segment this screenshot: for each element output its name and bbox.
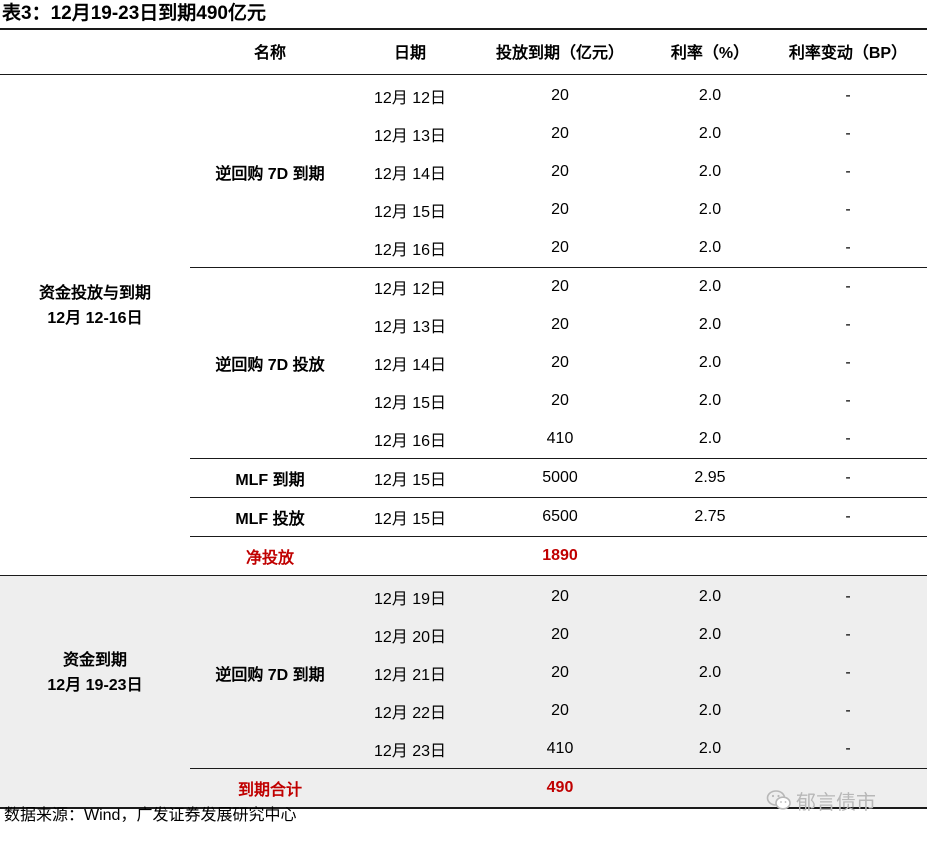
table-cell: - — [845, 316, 851, 333]
table-cell: 12月 19日 — [373, 591, 447, 608]
table-cell: 2.0 — [698, 316, 722, 333]
table-cell: - — [845, 508, 851, 525]
table-cell: 12月 15日 — [373, 395, 447, 412]
group-label-line2: 12月 12-16日 — [47, 310, 143, 327]
summary-label: 净投放 — [245, 550, 294, 567]
table-cell: 2.0 — [698, 125, 722, 142]
table-cell: 2.0 — [698, 588, 722, 605]
table-cell: 2.0 — [698, 163, 722, 180]
table-cell: 12月 21日 — [373, 667, 447, 684]
table-cell: - — [845, 430, 851, 447]
table-cell: 12月 15日 — [373, 472, 447, 489]
table-cell: 12月 16日 — [373, 242, 447, 259]
table-cell: 2.0 — [698, 201, 722, 218]
table-cell: - — [845, 125, 851, 142]
table-cell: 12月 13日 — [373, 319, 447, 336]
table-cell: 12月 13日 — [373, 128, 447, 145]
table-cell: 12月 20日 — [373, 629, 447, 646]
row-group-name: MLF 投放 — [235, 511, 305, 528]
section-group-label: 资金到期 12月 19-23日 — [10, 576, 180, 769]
table-cell: 2.0 — [698, 626, 722, 643]
table-cell: 2.0 — [698, 740, 722, 757]
table-cell: 12月 23日 — [373, 743, 447, 760]
table-cell: - — [845, 626, 851, 643]
section-group-label: 资金投放与到期 12月 12-16日 — [10, 75, 180, 537]
table-cell: 410 — [546, 430, 574, 447]
table-cell: - — [845, 702, 851, 719]
table-cell: 2.0 — [698, 664, 722, 681]
table-cell: 20 — [551, 239, 569, 256]
table-cell: - — [845, 87, 851, 104]
watermark-text: 郁言债市 — [796, 791, 876, 814]
table-cell: 5000 — [542, 469, 578, 486]
table-cell: 20 — [551, 664, 569, 681]
table-cell: - — [845, 469, 851, 486]
table-cell: - — [845, 201, 851, 218]
summary-label: 到期合计 — [237, 782, 302, 799]
table-cell: 2.0 — [698, 430, 722, 447]
group-label-line1: 资金投放与到期 — [38, 285, 151, 302]
table-cell: 12月 15日 — [373, 511, 447, 528]
summary-value: 1890 — [542, 547, 578, 564]
table-cell: - — [845, 740, 851, 757]
group-label-line1: 资金到期 — [62, 651, 127, 669]
table-cell: - — [845, 354, 851, 371]
table-cell: 2.0 — [698, 354, 722, 371]
table-cell: 12月 16日 — [373, 433, 447, 450]
table-cell: 20 — [551, 163, 569, 180]
table-cell: - — [845, 278, 851, 295]
table-cell: 20 — [551, 278, 569, 295]
table-cell: - — [845, 163, 851, 180]
table-cell: - — [845, 588, 851, 605]
table-cell: 6500 — [542, 508, 578, 525]
table-cell: 2.0 — [698, 87, 722, 104]
table-cell: 20 — [551, 588, 569, 605]
table-cell: 2.0 — [698, 702, 722, 719]
table-cell: 20 — [551, 392, 569, 409]
table-cell: 20 — [551, 354, 569, 371]
table-title: 表3：12月19-23日到期490亿元 — [2, 3, 266, 24]
table-cell: 12月 12日 — [373, 281, 447, 298]
table-cell: 2.0 — [698, 278, 722, 295]
row-group-name: 逆回购 7D 投放 — [215, 357, 325, 374]
table-cell: 2.75 — [694, 508, 726, 525]
table-cell: 20 — [551, 87, 569, 104]
table-cell: 12月 22日 — [373, 705, 447, 722]
table-top-border — [0, 28, 927, 30]
wechat-icon — [766, 790, 791, 810]
group-label-line2: 12月 19-23日 — [47, 676, 143, 694]
table-cell: 2.0 — [698, 392, 722, 409]
row-group-name: 逆回购 7D 到期 — [215, 166, 325, 183]
row-group-name: MLF 到期 — [235, 472, 305, 489]
table-cell: 12月 15日 — [373, 204, 447, 221]
table-cell: 20 — [551, 316, 569, 333]
row-group-name: 逆回购 7D 到期 — [215, 667, 325, 684]
column-header: 利率变动（BP） — [788, 45, 908, 62]
table-cell: - — [845, 392, 851, 409]
table-cell: 2.95 — [694, 469, 726, 486]
table-cell: 20 — [551, 626, 569, 643]
table-cell: 20 — [551, 125, 569, 142]
table-cell: 12月 12日 — [373, 90, 447, 107]
table-cell: 20 — [551, 201, 569, 218]
table-cell: 20 — [551, 702, 569, 719]
table-cell: 12月 14日 — [373, 166, 447, 183]
watermark: 郁言债市 — [766, 786, 876, 814]
table-cell: - — [845, 664, 851, 681]
table-cell: 410 — [546, 740, 574, 757]
source-note: 数据来源：Wind，广发证券发展研究中心 — [4, 807, 297, 824]
table-cell: 12月 14日 — [373, 357, 447, 374]
table-cell: 2.0 — [698, 239, 722, 256]
summary-value: 490 — [546, 779, 574, 796]
table-cell: - — [845, 239, 851, 256]
